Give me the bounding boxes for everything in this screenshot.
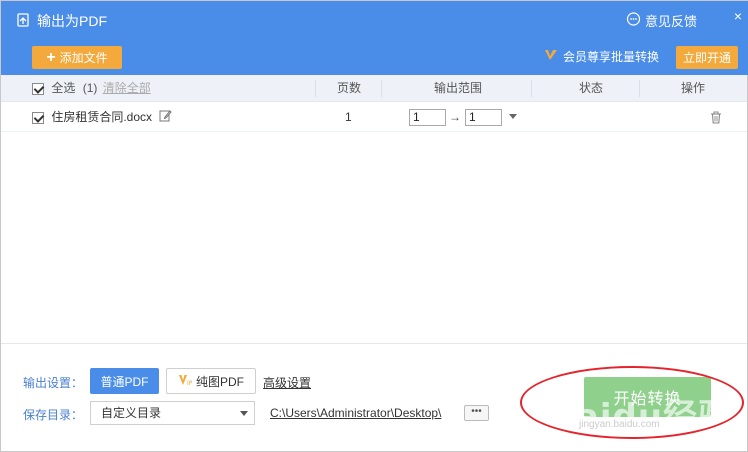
file-table-header: 全选 (1) 清除全部 页数 输出范围 状态 操作 xyxy=(1,75,747,102)
select-all-checkbox[interactable] xyxy=(32,82,44,95)
column-divider xyxy=(315,80,316,97)
vip-badge-icon: IP xyxy=(178,373,193,390)
select-all-group: 全选 (1) 清除全部 xyxy=(32,75,151,102)
range-to-input[interactable]: 1 xyxy=(465,109,502,126)
row-checkbox[interactable] xyxy=(32,111,44,124)
header-action: 操作 xyxy=(681,81,706,95)
column-divider xyxy=(381,80,382,97)
add-file-label: 添加文件 xyxy=(59,51,108,65)
output-settings-label: 输出设置： xyxy=(23,376,84,390)
plus-icon: + xyxy=(46,48,56,66)
window-title: 输出为PDF xyxy=(15,11,107,31)
start-convert-button[interactable]: 开始转换 xyxy=(584,377,711,417)
save-dir-label: 保存目录： xyxy=(23,408,84,422)
file-name: 住房租赁合同.docx xyxy=(51,110,153,124)
trash-icon[interactable] xyxy=(710,102,722,132)
pdf-export-icon xyxy=(15,12,31,31)
add-file-button[interactable]: + 添加文件 xyxy=(32,46,122,69)
vip-promo: 会员尊享批量转换 xyxy=(544,48,659,65)
vip-promo-text: 会员尊享批量转换 xyxy=(563,50,660,64)
svg-text:IP: IP xyxy=(187,380,192,387)
header-status: 状态 xyxy=(579,81,604,95)
normal-pdf-button[interactable]: 普通PDF xyxy=(90,368,159,394)
select-all-label: 全选 xyxy=(51,81,76,95)
feedback-link[interactable]: 意见反馈 xyxy=(626,11,697,30)
title-bar: 输出为PDF 意见反馈 × + 添加文件 会员尊享批量转换 立即开通 xyxy=(1,1,748,75)
close-icon[interactable]: × xyxy=(731,8,745,24)
pdf-export-dialog: 输出为PDF 意见反馈 × + 添加文件 会员尊享批量转换 立即开通 全选 (1… xyxy=(0,0,748,452)
advanced-settings-link[interactable]: 高级设置 xyxy=(263,374,311,391)
browse-button[interactable]: ••• xyxy=(464,405,489,421)
save-dir-option: 自定义目录 xyxy=(101,406,162,420)
table-row: 住房租赁合同.docx 1 1 → 1 xyxy=(1,102,747,132)
feedback-label: 意见反馈 xyxy=(645,14,698,29)
file-name-cell: 住房租赁合同.docx xyxy=(32,102,173,133)
save-dir-select[interactable]: 自定义目录 xyxy=(90,401,255,425)
vip-v-icon xyxy=(544,48,558,65)
range-dropdown-caret-icon[interactable] xyxy=(509,114,517,119)
open-vip-button[interactable]: 立即开通 xyxy=(676,46,738,69)
page-count: 1 xyxy=(345,110,352,124)
edit-icon[interactable] xyxy=(159,103,173,133)
range-from-input[interactable]: 1 xyxy=(409,109,446,126)
clear-all-link[interactable]: 清除全部 xyxy=(103,81,151,95)
range-arrow: → xyxy=(449,110,461,124)
column-divider xyxy=(639,80,640,97)
column-divider xyxy=(531,80,532,97)
pure-pdf-label: 纯图PDF xyxy=(195,374,244,389)
save-path-link[interactable]: C:\Users\Administrator\Desktop\ xyxy=(270,406,460,420)
window-title-text: 输出为PDF xyxy=(37,13,107,29)
header-range: 输出范围 xyxy=(434,81,483,95)
pure-image-pdf-button[interactable]: IP 纯图PDF xyxy=(166,368,256,394)
chat-bubble-icon xyxy=(626,11,641,30)
chevron-down-icon xyxy=(240,411,248,416)
header-pages: 页数 xyxy=(337,81,362,95)
file-count: (1) xyxy=(82,81,98,95)
